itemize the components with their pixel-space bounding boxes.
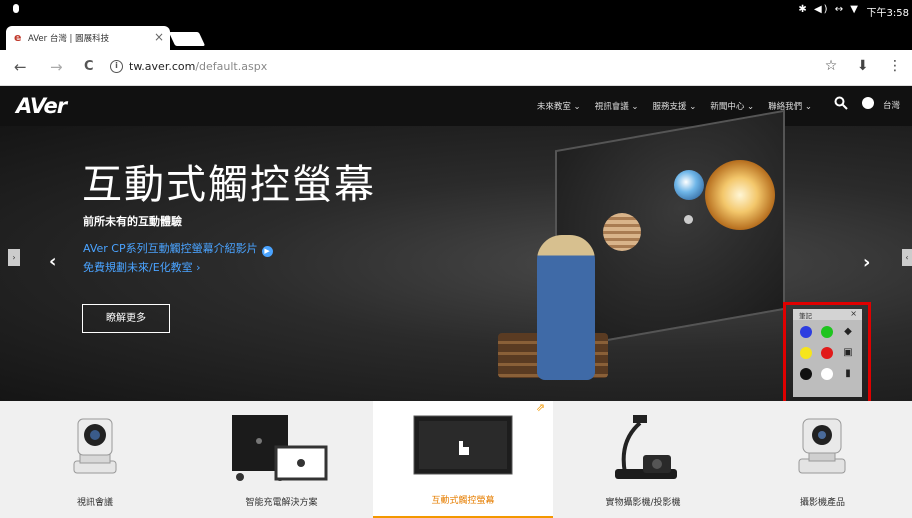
url-actions: ☆ ⬇ ⋮ xyxy=(810,58,902,74)
category-label: 互動式觸控螢幕 xyxy=(431,496,495,506)
next-slide-icon[interactable]: › xyxy=(863,252,870,273)
color-white-swatch[interactable] xyxy=(821,368,833,380)
color-blue-swatch[interactable] xyxy=(800,326,812,338)
sun-image xyxy=(705,160,775,230)
ptz-camera-image xyxy=(73,418,117,474)
document-camera-image xyxy=(615,415,677,479)
palette-title: 筆記 xyxy=(799,312,812,320)
region-label[interactable]: 台灣 xyxy=(883,99,900,111)
touch-display-image xyxy=(413,415,513,475)
reload-icon[interactable]: C xyxy=(84,59,94,75)
palette-close-icon[interactable]: × xyxy=(850,309,857,318)
palette-header[interactable]: 筆記 × xyxy=(793,309,862,320)
category-document-camera[interactable]: 實物攝影機/投影機 xyxy=(553,401,733,518)
category-label: 視訊會議 xyxy=(76,498,113,508)
note-palette: 筆記 × ◆ ▣ ▮ xyxy=(793,309,862,397)
earth-image xyxy=(674,170,704,200)
favicon-icon: e xyxy=(14,31,22,44)
category-label: 智能充電解決方案 xyxy=(245,498,318,508)
prev-slide-icon[interactable]: ‹ xyxy=(49,251,56,272)
menu-future-classroom[interactable]: 未來教室 ⌄ xyxy=(537,100,581,112)
menu-support[interactable]: 服務支援 ⌄ xyxy=(653,100,697,112)
category-label: 實物攝影機/投影機 xyxy=(605,498,681,508)
menu-video-conference[interactable]: 視訊會議 ⌄ xyxy=(595,100,639,112)
menu-news[interactable]: 新聞中心 ⌄ xyxy=(710,100,754,112)
screen: ✱ ◀) ↔ ▼ 下午3:58 e AVer 台灣 | 圓展科技 × ← → C… xyxy=(0,0,912,518)
intro-video-link-label: AVer CP系列互動觸控螢幕介紹影片 xyxy=(83,242,258,255)
site-info-icon[interactable]: i xyxy=(110,60,123,73)
aver-logo[interactable]: AVer xyxy=(16,94,67,118)
browser-tab[interactable]: e AVer 台灣 | 圓展科技 × xyxy=(6,26,170,50)
intro-video-link[interactable]: AVer CP系列互動觸控螢幕介紹影片 ▶ xyxy=(83,240,273,257)
menu-contact[interactable]: 聯絡我們 ⌄ xyxy=(768,100,812,112)
tab-title: AVer 台灣 | 圓展科技 xyxy=(28,34,110,44)
save-icon[interactable]: ▣ xyxy=(842,347,854,359)
color-red-swatch[interactable] xyxy=(821,347,833,359)
play-icon: ▶ xyxy=(261,246,273,257)
hero-title: 互動式觸控螢幕 xyxy=(82,162,376,208)
category-charging-solution[interactable]: 智能充電解決方案 xyxy=(190,401,373,518)
back-icon[interactable]: ← xyxy=(14,59,27,75)
eraser-icon[interactable]: ◆ xyxy=(842,326,854,338)
hero-subtitle: 前所未有的互動體驗 xyxy=(83,215,182,228)
learn-more-button[interactable]: 瞭解更多 xyxy=(82,304,170,333)
url-field[interactable]: tw.aver.com/default.aspx xyxy=(129,60,267,73)
notification-dot-icon xyxy=(13,4,19,13)
category-video-conference[interactable]: 視訊會議 xyxy=(0,401,190,518)
tab-close-icon[interactable]: × xyxy=(154,30,164,44)
category-touch-display[interactable]: ⇗ 互動式觸控螢幕 xyxy=(373,401,553,518)
download-icon[interactable]: ⬇ xyxy=(857,58,869,74)
tab-strip: ✱ ◀) ↔ ▼ 下午3:58 e AVer 台灣 | 圓展科技 × xyxy=(0,0,912,50)
trash-icon[interactable]: ▮ xyxy=(842,368,854,380)
girl-image xyxy=(537,235,595,380)
jupiter-image xyxy=(603,213,641,251)
edge-panel-handle-left[interactable]: › xyxy=(8,249,20,266)
category-camera-products[interactable]: 攝影機產品 xyxy=(733,401,912,518)
edge-panel-handle-right[interactable]: ‹ xyxy=(902,249,912,266)
category-label: 攝影機產品 xyxy=(799,498,845,508)
classroom-planning-link[interactable]: 免費規劃未來/E化教室 › xyxy=(83,259,201,275)
forward-icon[interactable]: → xyxy=(50,59,63,75)
globe-icon[interactable] xyxy=(862,97,874,109)
color-black-swatch[interactable] xyxy=(800,368,812,380)
url-host: tw.aver.com xyxy=(129,60,196,73)
camera-product-image xyxy=(798,418,846,474)
moon-image xyxy=(684,215,693,224)
address-bar: ← → C i tw.aver.com/default.aspx ☆ ⬇ ⋮ xyxy=(0,50,912,86)
search-icon[interactable] xyxy=(834,96,848,110)
charging-cart-image xyxy=(232,415,328,481)
status-icons: ✱ ◀) ↔ ▼ xyxy=(798,4,860,15)
bookmark-star-icon[interactable]: ☆ xyxy=(825,58,838,74)
color-green-swatch[interactable] xyxy=(821,326,833,338)
url-path: /default.aspx xyxy=(195,60,268,73)
color-yellow-swatch[interactable] xyxy=(800,347,812,359)
main-menu: 未來教室 ⌄ 視訊會議 ⌄ 服務支援 ⌄ 新聞中心 ⌄ 聯絡我們 ⌄ xyxy=(537,100,812,112)
status-time: 下午3:58 xyxy=(866,8,909,19)
external-link-icon[interactable]: ⇗ xyxy=(536,401,545,414)
browser-menu-icon[interactable]: ⋮ xyxy=(888,58,902,74)
new-tab-button[interactable] xyxy=(168,32,206,46)
